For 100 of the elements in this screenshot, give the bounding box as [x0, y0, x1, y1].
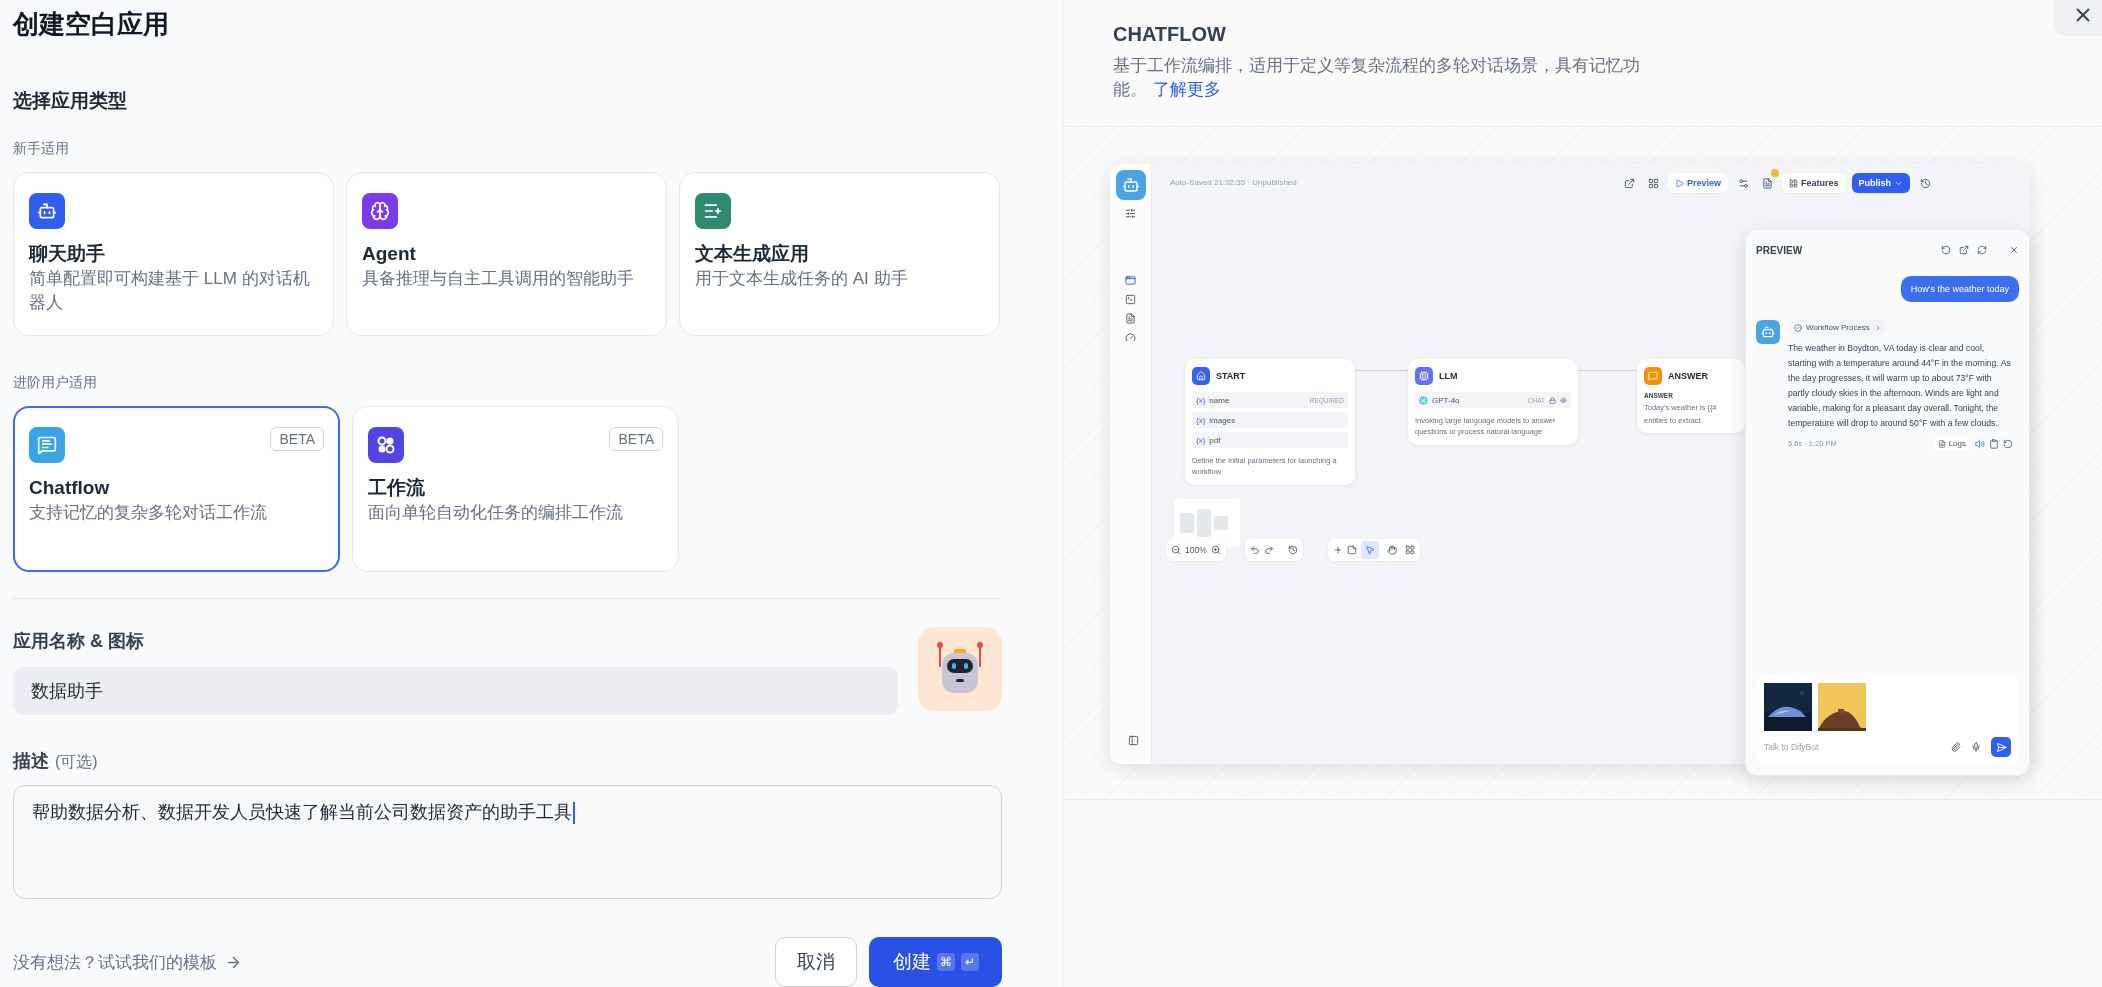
shortcut-key: ↵: [960, 953, 979, 971]
circles-icon: [376, 435, 396, 455]
group-label: 新手适用: [13, 139, 70, 158]
preview-title: CHATFLOW: [1113, 22, 1227, 47]
document-icon: [1937, 439, 1946, 448]
app-type-card[interactable]: 文本生成应用 用于文本生成任务的 AI 助手: [679, 172, 1000, 336]
swap-icon[interactable]: [1977, 245, 1987, 255]
card-description: 支持记忆的复杂多轮对话工作流: [29, 502, 268, 524]
create-button[interactable]: 创建 ⌘ ↵: [869, 937, 1002, 987]
refresh-icon[interactable]: [1941, 245, 1951, 255]
beta-badge: BETA: [270, 427, 324, 451]
app-type-card[interactable]: BETA Chatflow 支持记忆的复杂多轮对话工作流: [13, 406, 340, 572]
beta-badge: BETA: [609, 427, 663, 451]
field-label: 描述: [13, 750, 49, 773]
model-icon: [1419, 395, 1428, 405]
publish-button[interactable]: Publish: [1851, 173, 1911, 193]
window-icon[interactable]: [1125, 275, 1136, 286]
group-label: 进阶用户适用: [13, 373, 98, 392]
send-button[interactable]: [1991, 737, 2011, 757]
card-title: Agent: [362, 242, 417, 266]
variable-name: images: [1209, 415, 1236, 425]
process-label: Workflow Process: [1806, 323, 1870, 332]
variable-mark: {x}: [1196, 435, 1206, 445]
variable-mark: {x}: [1196, 415, 1206, 425]
home-icon: [1192, 367, 1210, 385]
cancel-button[interactable]: 取消: [775, 937, 857, 987]
grid-icon: [1647, 177, 1659, 189]
chat-bubble-icon: [37, 435, 57, 455]
description-field[interactable]: 帮助数据分析、数据开发人员快速了解当前公司数据资产的助手工具: [13, 785, 1002, 899]
pointer-icon[interactable]: [1361, 541, 1379, 559]
bot-avatar: [1756, 320, 1780, 344]
card-description: 面向单轮自动化任务的编排工作流: [368, 502, 624, 524]
model-name: GPT-4o: [1432, 395, 1460, 405]
variable-name: pdf: [1209, 435, 1221, 445]
node-title: START: [1216, 371, 1246, 381]
card-description: 简单配置即可构建基于 LLM 的对话机器人: [29, 268, 311, 314]
document-icon[interactable]: [1125, 313, 1136, 324]
connector-line: [1578, 370, 1637, 371]
panel-icon[interactable]: [1128, 735, 1139, 746]
bot-reply: The weather in Boydton, VA today is clear and cool, starting with a temperature around 44°F in the morning. As the day progresses, it will warm up to about 73°F with partly cloudy skies in the afternoon. Winds are light and variable, making for a pleasant day overall. Tonight, the temperature will drop to around 50°F with a few clouds.: [1788, 342, 2012, 430]
play-icon: [1675, 178, 1684, 188]
check-icon: [1794, 323, 1802, 332]
chat-placeholder: Talk to DifyBot: [1764, 742, 1820, 752]
node-title: ANSWER: [1668, 371, 1708, 381]
features-button[interactable]: Features: [1782, 173, 1846, 193]
speaker-icon[interactable]: [1975, 438, 1985, 449]
eye-icon: [1560, 396, 1567, 404]
zoom-level: 100%: [1185, 545, 1207, 555]
app-type-card[interactable]: Agent 具备推理与自主工具调用的智能助手: [346, 172, 667, 336]
dialog-title: 创建空白应用: [13, 8, 170, 41]
undo-icon[interactable]: [1250, 545, 1260, 555]
preview-description: 基于工作流编排，适用于定义等复杂流程的多轮对话场景，具有记忆功能。 了解更多: [1113, 55, 1641, 101]
template-link[interactable]: 没有想法？试试我们的模板: [13, 950, 775, 974]
node-title: LLM: [1439, 371, 1458, 381]
export-icon[interactable]: [1959, 245, 1969, 255]
list-plus-icon: [703, 201, 723, 221]
card-title: Chatflow: [29, 476, 111, 500]
mic-icon[interactable]: [1971, 742, 1981, 752]
preview-button[interactable]: Preview: [1668, 173, 1729, 193]
name-field[interactable]: 数据助手: [13, 667, 898, 715]
send-icon: [1995, 741, 2007, 753]
app-type-card[interactable]: BETA 工作流 面向单轮自动化任务的编排工作流: [352, 406, 679, 572]
layout-icon[interactable]: [1405, 545, 1415, 555]
card-title: 工作流: [368, 476, 426, 500]
chip-icon: [1415, 367, 1433, 385]
workflow-process-chip[interactable]: Workflow Process: [1788, 320, 1888, 335]
card-description: 用于文本生成任务的 AI 助手: [695, 268, 909, 290]
section-heading: 选择应用类型: [13, 89, 128, 113]
learn-more-link[interactable]: 了解更多: [1153, 80, 1221, 99]
grid-icon: [1789, 178, 1799, 188]
document-icon: [1761, 177, 1773, 189]
field-label: 应用名称 & 图标: [13, 630, 145, 653]
redo-icon[interactable]: [1264, 545, 1274, 555]
terminal-icon[interactable]: [1125, 294, 1136, 305]
robot-icon: [37, 201, 57, 221]
app-type-card[interactable]: 聊天助手 简单配置即可构建基于 LLM 的对话机器人: [13, 172, 334, 336]
robot-icon: [1121, 176, 1140, 194]
copy-icon[interactable]: [1989, 438, 1999, 449]
user-message: How's the weather today: [1900, 276, 2019, 302]
optional-hint: (可选): [55, 752, 98, 772]
history-icon[interactable]: [1288, 545, 1298, 555]
regenerate-icon[interactable]: [2003, 438, 2013, 449]
message-icon: [1644, 367, 1662, 385]
zoom-out-icon[interactable]: [1171, 545, 1181, 555]
gauge-icon[interactable]: [1125, 332, 1136, 343]
save-status: Auto-Saved 21:02:35 · Unpublished: [1170, 178, 1297, 187]
note-icon[interactable]: [1347, 545, 1357, 555]
notification-dot: [1771, 169, 1780, 177]
attach-icon[interactable]: [1951, 742, 1961, 752]
close-icon[interactable]: [2009, 245, 2019, 255]
connector-line: [1355, 370, 1408, 371]
card-description: 具备推理与自主工具调用的智能助手: [362, 268, 635, 290]
lock-icon: [1549, 396, 1556, 404]
logs-button[interactable]: Logs: [1932, 437, 1971, 450]
zoom-in-icon[interactable]: [1210, 545, 1221, 555]
settings-icon: [1737, 177, 1749, 189]
card-title: 文本生成应用: [695, 242, 810, 266]
add-icon[interactable]: [1333, 545, 1343, 555]
shortcut-key: ⌘: [936, 953, 955, 971]
app-icon-button[interactable]: [918, 627, 1002, 711]
